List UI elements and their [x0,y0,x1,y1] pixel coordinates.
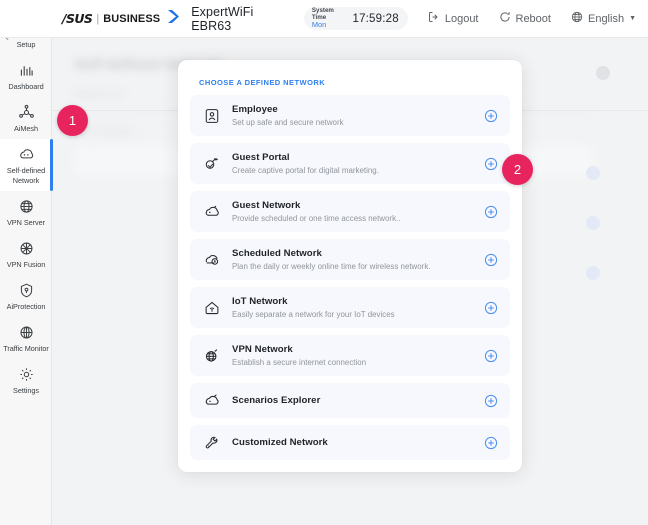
network-description: Set up safe and secure network [232,117,344,127]
sidebar-item-label: AiProtection [6,301,46,311]
network-description: Plan the daily or weekly online time for… [232,261,431,271]
sidebar-item-aiprotection[interactable]: AiProtection [0,275,52,317]
system-time-clock: 17:59:28 [352,12,399,25]
step-badge-1: 1 [57,105,88,136]
chevron-down-icon: ▼ [629,15,636,22]
network-title: Guest Portal [232,152,290,164]
network-row-employee[interactable]: Employee Set up safe and secure network [190,95,510,136]
language-label: English [587,12,625,25]
sidebar-item-self-defined-network[interactable]: Self-defined Network [0,139,53,191]
sidebar-item-settings[interactable]: Settings [0,359,52,401]
dashboard-icon [17,61,36,80]
scenarios-explorer-icon [201,390,223,412]
reboot-label: Reboot [515,12,551,25]
traffic-monitor-icon [17,323,36,342]
network-title: Scheduled Network [232,248,322,260]
add-scenarios-explorer-button[interactable] [484,394,498,408]
vpn-server-icon [17,197,36,216]
header-actions: Logout Reboot English ▼ [408,11,636,26]
customized-network-wrench-icon [201,432,223,454]
logout-label: Logout [444,12,479,25]
employee-badge-icon [201,105,223,127]
logout-icon [428,11,445,26]
iot-network-home-icon [201,297,223,319]
sidebar-item-label: AiMesh [13,124,39,134]
network-title: Scenarios Explorer [232,395,321,406]
network-description: Create captive portal for digital market… [232,165,379,175]
background-dot [586,166,600,180]
choose-defined-network-modal: CHOOSE A DEFINED NETWORK Employee Set up… [178,60,522,472]
brand-zone: /SUS | BUSINESS ExpertWiFi EBR63 System … [62,5,408,33]
background-dot [596,66,610,80]
chevron-right-icon [167,9,180,29]
network-row-iot-network[interactable]: IoT Network Easily separate a network fo… [190,287,510,328]
add-guest-portal-button[interactable] [484,157,498,171]
top-header-bar: /SUS | BUSINESS ExpertWiFi EBR63 System … [0,0,648,38]
globe-icon [571,11,588,26]
sidebar-item-vpn-server[interactable]: VPN Server [0,191,52,233]
network-title: IoT Network [232,296,288,308]
guest-network-icon [201,201,223,223]
left-sidebar-nav: Quick Internet Setup Dashboard AiMesh [0,0,53,525]
sidebar-item-label: Settings [13,386,39,396]
self-defined-network-icon [17,145,36,164]
sidebar-item-dashboard[interactable]: Dashboard [0,55,52,97]
add-vpn-network-button[interactable] [484,349,498,363]
sidebar-item-aimesh[interactable]: AiMesh [0,97,52,139]
aimesh-icon [17,103,36,122]
background-dot [586,216,600,230]
sidebar-item-traffic-monitor[interactable]: Traffic Monitor [0,317,52,359]
sidebar-item-label: Traffic Monitor [3,343,49,353]
vpn-network-globe-icon [201,345,223,367]
defined-network-list: Employee Set up safe and secure network [190,95,510,460]
network-row-scheduled-network[interactable]: Scheduled Network Plan the daily or week… [190,239,510,280]
add-customized-network-button[interactable] [484,436,498,450]
language-selector[interactable]: English ▼ [571,11,636,26]
router-model-name: ExpertWiFi EBR63 [191,4,254,33]
add-iot-network-button[interactable] [484,301,498,315]
network-description: Provide scheduled or one time access net… [232,213,401,223]
reboot-button[interactable]: Reboot [499,11,551,26]
sidebar-item-label: Dashboard [8,82,44,92]
network-title: Guest Network [232,200,301,212]
network-title: Employee [232,104,278,116]
network-title: VPN Network [232,344,293,356]
step-badge-2: 2 [502,154,533,185]
sidebar-item-label: VPN Server [6,217,46,227]
logo-divider: | [96,12,100,25]
system-time-day: Mon [311,20,327,30]
sidebar-item-vpn-fusion[interactable]: VPN Fusion [0,233,52,275]
add-employee-network-button[interactable] [484,109,498,123]
network-description: Establish a secure internet connection [232,357,367,367]
background-dot [586,266,600,280]
system-time-widget: System Time Mon 17:59:28 [303,7,408,30]
network-row-vpn-network[interactable]: VPN Network Establish a secure internet … [190,335,510,376]
network-description: Easily separate a network for your IoT d… [232,309,395,319]
network-row-guest-network[interactable]: Guest Network Provide scheduled or one t… [190,191,510,232]
add-guest-network-button[interactable] [484,205,498,219]
settings-gear-icon [17,365,36,384]
sidebar-item-label: VPN Fusion [6,259,46,269]
network-row-customized-network[interactable]: Customized Network [190,425,510,460]
vpn-fusion-icon [17,239,36,258]
business-label: BUSINESS [103,12,161,25]
scheduled-network-clock-icon [201,249,223,271]
modal-heading: CHOOSE A DEFINED NETWORK [199,78,326,87]
network-row-scenarios-explorer[interactable]: Scenarios Explorer [190,383,510,418]
network-title: Customized Network [232,437,328,448]
router-admin-page: Self-defined Network Network List Add a … [0,0,648,525]
network-row-guest-portal[interactable]: Guest Portal Create captive portal for d… [190,143,510,184]
guest-portal-hand-icon [201,153,223,175]
reboot-icon [499,11,516,26]
aiprotection-shield-icon [17,281,36,300]
add-scheduled-network-button[interactable] [484,253,498,267]
logout-button[interactable]: Logout [428,11,479,26]
asus-logo: /SUS [62,11,93,26]
sidebar-item-label: Self-defined Network [6,166,46,185]
